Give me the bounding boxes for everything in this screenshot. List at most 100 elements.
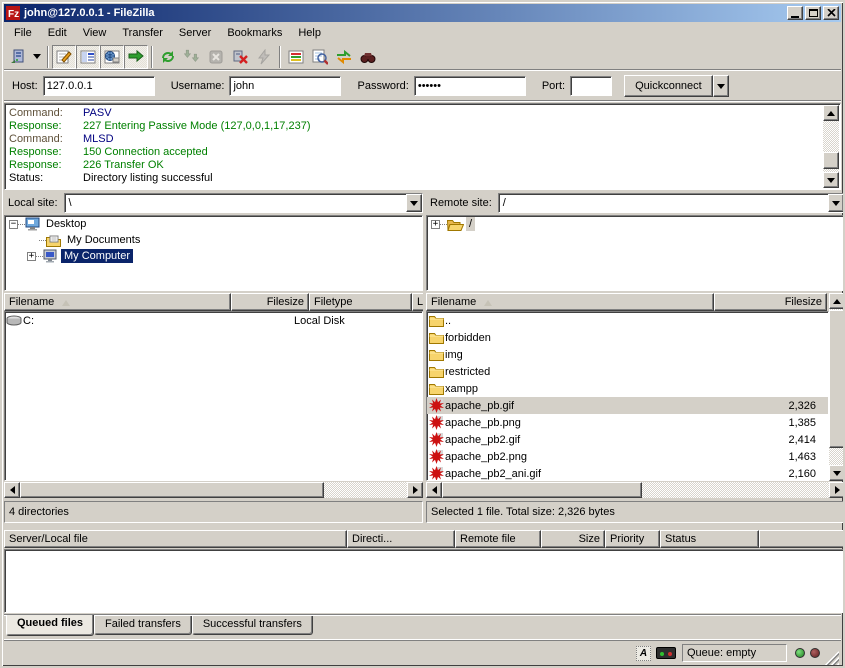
- directory-comparison-button[interactable]: [308, 45, 332, 69]
- tree-item-desktop[interactable]: − Desktop: [5, 216, 422, 232]
- process-queue-button[interactable]: [180, 45, 204, 69]
- toggle-remote-tree-button[interactable]: [100, 45, 124, 69]
- site-manager-dropdown-button[interactable]: [30, 45, 44, 69]
- remote-horizontal-scrollbar[interactable]: [426, 482, 845, 498]
- tree-item-root[interactable]: + /: [427, 216, 844, 232]
- scroll-up-button[interactable]: [823, 105, 839, 121]
- local-site-combo[interactable]: \: [64, 193, 423, 213]
- triangle-up-icon: [833, 295, 841, 304]
- speed-limit-icon[interactable]: [656, 647, 676, 659]
- remote-site-value: /: [499, 197, 828, 209]
- scroll-down-button[interactable]: [823, 172, 839, 188]
- scroll-up-button[interactable]: [829, 293, 845, 309]
- port-label: Port:: [542, 80, 565, 92]
- scroll-right-button[interactable]: [407, 482, 423, 498]
- tab-failed-transfers[interactable]: Failed transfers: [94, 616, 192, 635]
- expand-icon[interactable]: +: [431, 220, 440, 229]
- file-row-c-drive[interactable]: C: Local Disk: [5, 312, 422, 329]
- close-button[interactable]: [823, 6, 839, 20]
- column-header-filetype[interactable]: Filetype: [309, 293, 412, 311]
- quickconnect-dropdown-button[interactable]: [713, 75, 729, 97]
- toggle-message-log-button[interactable]: [52, 45, 76, 69]
- remote-site-dropdown-button[interactable]: [828, 194, 844, 212]
- file-row[interactable]: xampp: [427, 380, 828, 397]
- menu-file[interactable]: File: [6, 24, 40, 42]
- column-header-filename[interactable]: Filename: [426, 293, 714, 311]
- synchronized-browsing-button[interactable]: [332, 45, 356, 69]
- tree-item-my-computer[interactable]: + My Computer: [5, 248, 422, 264]
- menu-bookmarks[interactable]: Bookmarks: [219, 24, 290, 42]
- scroll-down-button[interactable]: [829, 465, 845, 481]
- local-site-dropdown-button[interactable]: [406, 194, 422, 212]
- remote-status-text: Selected 1 file. Total size: 2,326 bytes: [426, 501, 845, 523]
- scrollbar-thumb[interactable]: [823, 152, 839, 169]
- cancel-button[interactable]: [204, 45, 228, 69]
- remote-file-list: .. forbidden img restricted: [426, 311, 829, 481]
- file-row[interactable]: apache_pb2.png 1,463: [427, 448, 828, 465]
- file-row[interactable]: forbidden: [427, 329, 828, 346]
- password-input[interactable]: [414, 76, 526, 96]
- username-input[interactable]: [229, 76, 341, 96]
- file-name: img: [445, 349, 715, 361]
- file-row[interactable]: restricted: [427, 363, 828, 380]
- menu-help[interactable]: Help: [290, 24, 329, 42]
- toggle-transfer-queue-button[interactable]: [124, 45, 148, 69]
- transfer-type-icon[interactable]: A: [636, 646, 651, 661]
- column-header-filesize[interactable]: Filesize: [714, 293, 827, 311]
- message-log: Command:PASV Response:227 Entering Passi…: [4, 103, 841, 190]
- tree-item-my-documents[interactable]: My Documents: [5, 232, 422, 248]
- column-header-server-local-file[interactable]: Server/Local file: [4, 530, 347, 548]
- port-input[interactable]: [570, 76, 612, 96]
- remote-tree: + /: [426, 215, 845, 291]
- column-header-remote-file[interactable]: Remote file: [455, 530, 541, 548]
- column-header-direction[interactable]: Directi...: [347, 530, 455, 548]
- folder-icon: [429, 315, 444, 327]
- menu-edit[interactable]: Edit: [40, 24, 75, 42]
- disconnect-button[interactable]: [228, 45, 252, 69]
- file-row[interactable]: apache_pb2.gif 2,414: [427, 431, 828, 448]
- title-bar[interactable]: Fz john@127.0.0.1 - FileZilla: [4, 4, 841, 22]
- scrollbar-thumb[interactable]: [829, 310, 845, 448]
- menu-transfer[interactable]: Transfer: [114, 24, 171, 42]
- maximize-button[interactable]: [805, 6, 821, 20]
- directory-comparison-icon: [312, 49, 328, 65]
- menu-server[interactable]: Server: [171, 24, 219, 42]
- menu-view[interactable]: View: [75, 24, 115, 42]
- column-header-priority[interactable]: Priority: [605, 530, 660, 548]
- scroll-right-button[interactable]: [829, 482, 845, 498]
- queue-list[interactable]: [4, 549, 845, 613]
- scrollbar-thumb[interactable]: [20, 482, 324, 498]
- tab-queued-files[interactable]: Queued files: [6, 615, 94, 636]
- file-row[interactable]: ..: [427, 312, 828, 329]
- file-row[interactable]: img: [427, 346, 828, 363]
- remote-site-combo[interactable]: /: [498, 193, 845, 213]
- collapse-icon[interactable]: −: [9, 220, 18, 229]
- file-row-selected[interactable]: apache_pb.gif 2,326: [427, 397, 828, 414]
- site-manager-button[interactable]: [6, 45, 30, 69]
- file-row[interactable]: apache_pb.png 1,385: [427, 414, 828, 431]
- column-header-filename[interactable]: Filename: [4, 293, 231, 311]
- quickconnect-button[interactable]: Quickconnect: [624, 75, 713, 97]
- find-files-button[interactable]: [356, 45, 380, 69]
- host-input[interactable]: [43, 76, 155, 96]
- chevron-down-icon: [410, 201, 418, 210]
- log-scrollbar[interactable]: [823, 105, 839, 188]
- local-horizontal-scrollbar[interactable]: [4, 482, 423, 498]
- file-row[interactable]: apache_pb2_ani.gif 2,160: [427, 465, 828, 481]
- resize-grip[interactable]: [825, 651, 839, 665]
- column-header-filesize[interactable]: Filesize: [231, 293, 309, 311]
- remote-vertical-scrollbar[interactable]: [829, 293, 845, 481]
- minimize-button[interactable]: [787, 6, 803, 20]
- column-header-size[interactable]: Size: [541, 530, 605, 548]
- reconnect-button[interactable]: [252, 45, 276, 69]
- toggle-local-tree-button[interactable]: [76, 45, 100, 69]
- scroll-left-button[interactable]: [426, 482, 442, 498]
- column-header-status[interactable]: Status: [660, 530, 759, 548]
- file-name: apache_pb2.gif: [445, 434, 715, 446]
- refresh-button[interactable]: [156, 45, 180, 69]
- scrollbar-thumb[interactable]: [442, 482, 642, 498]
- expand-icon[interactable]: +: [27, 252, 36, 261]
- tab-successful-transfers[interactable]: Successful transfers: [192, 616, 313, 635]
- filter-button[interactable]: [284, 45, 308, 69]
- scroll-left-button[interactable]: [4, 482, 20, 498]
